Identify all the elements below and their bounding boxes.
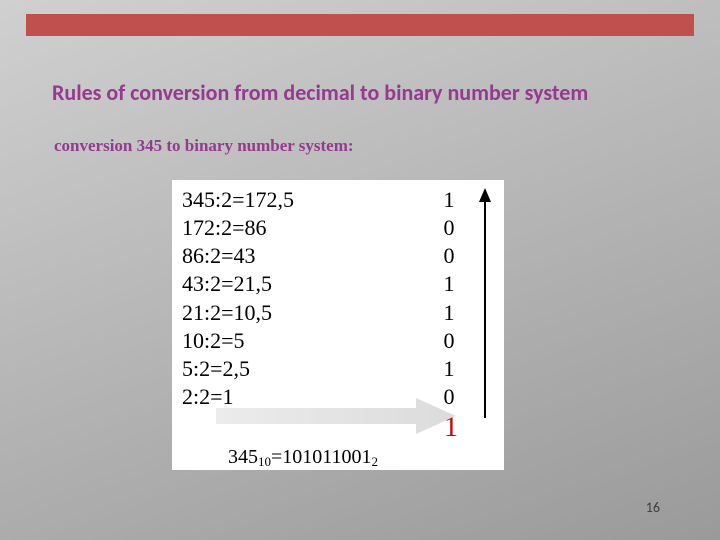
calc-expression: 5:2=2,5 <box>182 355 250 383</box>
accent-bar <box>26 14 694 36</box>
calc-expression: 345:2=172,5 <box>182 186 294 214</box>
slide-subtitle: conversion 345 to binary number system: <box>54 136 354 156</box>
final-msb: 1 <box>182 413 494 444</box>
result-rhs-base: 2 <box>372 454 379 469</box>
calc-row: 10:2=5 0 <box>182 327 494 355</box>
calc-bit: 1 <box>440 186 458 214</box>
calc-row: 172:2=86 0 <box>182 214 494 242</box>
result-rhs-num: 101011001 <box>282 446 371 468</box>
calc-expression: 86:2=43 <box>182 242 256 270</box>
calc-expression: 21:2=10,5 <box>182 299 272 327</box>
calc-bit: 0 <box>440 214 458 242</box>
calc-expression: 172:2=86 <box>182 214 267 242</box>
calc-bit: 1 <box>440 299 458 327</box>
slide: Rules of conversion from decimal to bina… <box>0 0 720 540</box>
result-lhs-num: 345 <box>228 446 258 468</box>
slide-title: Rules of conversion from decimal to bina… <box>52 80 680 106</box>
calc-row: 2:2=1 0 <box>182 383 494 411</box>
calc-bit: 0 <box>440 383 458 411</box>
page-number: 16 <box>646 499 660 516</box>
calc-bit: 1 <box>440 270 458 298</box>
calc-bit: 0 <box>440 327 458 355</box>
calc-row: 21:2=10,5 1 <box>182 299 494 327</box>
calc-bit: 1 <box>440 355 458 383</box>
calculation-area: 345:2=172,5 1 172:2=86 0 86:2=43 0 43:2=… <box>182 186 494 444</box>
result-eq: = <box>271 446 282 468</box>
calc-expression: 2:2=1 <box>182 383 234 411</box>
calc-row: 345:2=172,5 1 <box>182 186 494 214</box>
calc-row: 86:2=43 0 <box>182 242 494 270</box>
calc-expression: 10:2=5 <box>182 327 245 355</box>
conversion-result: 34510=1010110012 <box>182 446 494 469</box>
calc-row: 5:2=2,5 1 <box>182 355 494 383</box>
calc-row: 43:2=21,5 1 <box>182 270 494 298</box>
calc-bit: 0 <box>440 242 458 270</box>
result-lhs-base: 10 <box>258 454 271 469</box>
calculation-figure: 345:2=172,5 1 172:2=86 0 86:2=43 0 43:2=… <box>172 180 504 470</box>
calc-expression: 43:2=21,5 <box>182 270 272 298</box>
